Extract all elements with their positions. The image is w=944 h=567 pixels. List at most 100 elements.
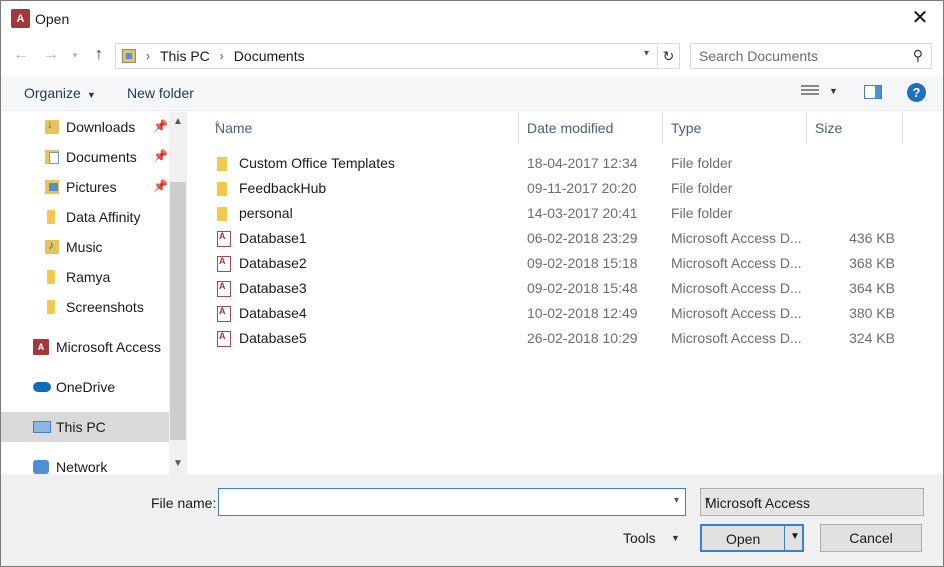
close-icon[interactable]: ✕ — [907, 5, 933, 31]
folder-icon — [217, 207, 227, 221]
file-row[interactable]: Custom Office Templates 18-04-2017 12:34… — [189, 151, 943, 176]
file-size: 324 KB — [849, 330, 895, 346]
open-options-chevron-icon[interactable]: ▼ — [790, 531, 800, 542]
dialog-footer: File name: ▾ Microsoft Access ▾ Tools ▼ … — [1, 474, 943, 566]
up-arrow-icon[interactable]: ↑ — [89, 45, 109, 65]
folder-icon — [47, 270, 55, 284]
toolbar: Organize ▼ New folder ▼ ? — [1, 77, 943, 111]
file-name-label: File name: — [151, 495, 217, 511]
chevron-down-icon[interactable]: ▾ — [674, 495, 679, 506]
folder-icon — [47, 210, 55, 224]
sidebar-item-downloads[interactable]: Downloads 📌 — [1, 112, 169, 142]
file-size: 364 KB — [849, 280, 895, 296]
file-type: Microsoft Access D... — [671, 255, 802, 271]
file-size: 368 KB — [849, 255, 895, 271]
sidebar-item-music[interactable]: Music — [1, 232, 169, 262]
open-label: Open — [726, 531, 761, 547]
sidebar-item-ramya[interactable]: Ramya — [1, 262, 169, 292]
file-name-field[interactable] — [223, 489, 663, 515]
address-bar[interactable]: › This PC › Documents ▾ ↻ — [115, 43, 680, 69]
pin-icon[interactable]: 📌 — [153, 119, 168, 133]
file-type-select[interactable]: Microsoft Access ▾ — [700, 488, 924, 516]
pin-icon[interactable]: 📌 — [153, 149, 168, 163]
pictures-icon — [45, 180, 59, 194]
preview-pane-icon[interactable] — [864, 85, 882, 99]
sidebar-item-label: Pictures — [66, 179, 117, 195]
file-list: ^ Name Date modified Type Size Custom Of… — [189, 112, 943, 474]
file-date: 09-02-2018 15:18 — [527, 255, 638, 271]
sidebar-item-network[interactable]: Network — [1, 452, 169, 474]
breadcrumb-this-pc[interactable]: This PC — [160, 48, 210, 64]
forward-arrow-icon[interactable]: → — [41, 45, 61, 65]
navigation-pane: Downloads 📌 Documents 📌 Pictures 📌 Data … — [1, 112, 187, 474]
onedrive-icon — [33, 382, 51, 392]
chevron-down-icon: ▼ — [86, 90, 96, 100]
sidebar-item-label: Music — [66, 239, 103, 255]
help-icon[interactable]: ? — [907, 83, 926, 102]
organize-button[interactable]: Organize ▼ — [24, 85, 96, 101]
sidebar-item-documents[interactable]: Documents 📌 — [1, 142, 169, 172]
new-folder-button[interactable]: New folder — [127, 85, 194, 101]
split-divider — [784, 526, 785, 550]
sidebar-item-microsoft-access[interactable]: A Microsoft Access — [1, 332, 169, 362]
file-name: Database2 — [239, 255, 307, 271]
file-date: 26-02-2018 10:29 — [527, 330, 638, 346]
column-header-type[interactable]: Type — [663, 112, 807, 144]
recent-locations-chevron-icon[interactable]: ▾ — [65, 45, 85, 65]
scroll-down-icon[interactable]: ▼ — [169, 458, 187, 469]
file-name-combobox[interactable]: ▾ — [218, 488, 686, 516]
sidebar-item-label: OneDrive — [56, 379, 116, 395]
sidebar-item-label: Microsoft Access — [56, 339, 162, 355]
sidebar-item-label: This PC — [56, 419, 106, 435]
search-input[interactable] — [699, 48, 899, 64]
music-icon — [45, 238, 59, 254]
file-row[interactable]: Database2 09-02-2018 15:18 Microsoft Acc… — [189, 251, 943, 276]
organize-label: Organize — [24, 85, 81, 101]
tools-button[interactable]: Tools ▼ — [623, 530, 680, 546]
search-icon[interactable]: ⚲ — [913, 47, 923, 64]
column-header-date[interactable]: Date modified — [519, 112, 663, 144]
breadcrumb-documents[interactable]: Documents — [234, 48, 305, 64]
column-header-name[interactable]: ^ Name — [207, 112, 519, 144]
sidebar-scrollbar[interactable]: ▲ ▼ — [169, 112, 187, 474]
chevron-down-icon[interactable]: ▾ — [644, 48, 649, 59]
documents-icon — [45, 150, 59, 164]
scrollbar-thumb[interactable] — [170, 182, 186, 440]
view-options-chevron-icon[interactable]: ▼ — [829, 86, 838, 96]
file-row[interactable]: Database5 26-02-2018 10:29 Microsoft Acc… — [189, 326, 943, 351]
back-arrow-icon[interactable]: ← — [11, 45, 31, 65]
sidebar-item-pictures[interactable]: Pictures 📌 — [1, 172, 169, 202]
sidebar-item-label: Ramya — [66, 269, 111, 285]
file-name: personal — [239, 205, 293, 221]
file-type: File folder — [671, 180, 733, 196]
sidebar-item-screenshots[interactable]: Screenshots — [1, 292, 169, 322]
access-database-icon — [217, 281, 231, 297]
sidebar-item-label: Data Affinity — [66, 209, 141, 225]
cancel-button[interactable]: Cancel — [820, 524, 922, 552]
downloads-icon — [45, 117, 59, 134]
view-details-icon[interactable] — [801, 85, 819, 99]
file-row[interactable]: FeedbackHub 09-11-2017 20:20 File folder — [189, 176, 943, 201]
file-row[interactable]: personal 14-03-2017 20:41 File folder — [189, 201, 943, 226]
file-date: 09-02-2018 15:48 — [527, 280, 638, 296]
sidebar-item-data-affinity[interactable]: Data Affinity — [1, 202, 169, 232]
file-type: File folder — [671, 155, 733, 171]
column-header-label: Name — [215, 120, 253, 136]
sidebar-item-this-pc[interactable]: This PC — [1, 412, 169, 442]
file-row[interactable]: Database3 09-02-2018 15:48 Microsoft Acc… — [189, 276, 943, 301]
file-row[interactable]: Database1 06-02-2018 23:29 Microsoft Acc… — [189, 226, 943, 251]
refresh-icon[interactable]: ↻ — [657, 44, 679, 68]
file-row[interactable]: Database4 10-02-2018 12:49 Microsoft Acc… — [189, 301, 943, 326]
file-date: 06-02-2018 23:29 — [527, 230, 638, 246]
pin-icon[interactable]: 📌 — [153, 179, 168, 193]
scroll-up-icon[interactable]: ▲ — [169, 116, 187, 127]
breadcrumb-separator: › — [219, 49, 224, 63]
dialog-title: Open — [35, 11, 70, 27]
sidebar-item-label: Documents — [66, 149, 137, 165]
sidebar-item-onedrive[interactable]: OneDrive — [1, 372, 169, 402]
search-box[interactable]: ⚲ — [690, 43, 932, 69]
column-header-size[interactable]: Size — [807, 112, 903, 144]
tools-label: Tools — [623, 530, 656, 546]
file-type: Microsoft Access D... — [671, 305, 802, 321]
open-button[interactable]: Open ▼ — [700, 524, 804, 552]
